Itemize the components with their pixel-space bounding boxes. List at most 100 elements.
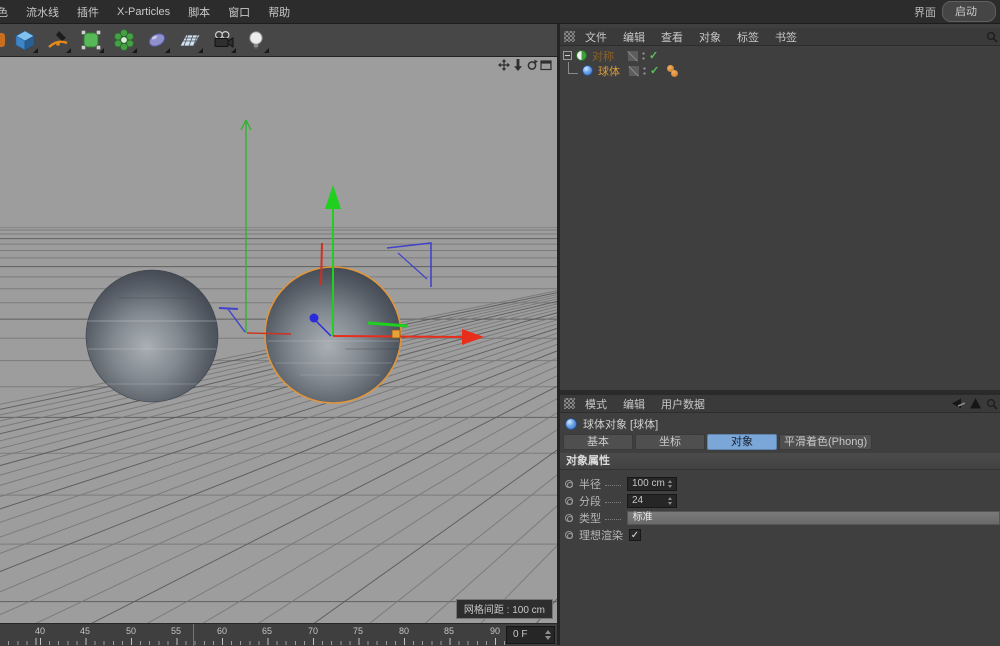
visibility-dots-icon[interactable] bbox=[643, 66, 646, 75]
property-label: 半径 bbox=[579, 476, 601, 492]
menu-character[interactable]: 色 bbox=[0, 4, 17, 20]
ruler-tick-label: 50 bbox=[120, 626, 142, 636]
menu-window[interactable]: 窗口 bbox=[219, 4, 259, 20]
dropdown-corner bbox=[66, 48, 71, 53]
orange-tag-icon[interactable] bbox=[671, 70, 678, 77]
menu-pipeline[interactable]: 流水线 bbox=[17, 4, 68, 20]
spline-pen-button[interactable] bbox=[45, 27, 71, 53]
layer-swatch-icon[interactable] bbox=[628, 51, 638, 61]
light-button[interactable] bbox=[243, 27, 269, 53]
ruler-tick-label: 60 bbox=[211, 626, 233, 636]
symmetry-object-icon[interactable] bbox=[576, 50, 587, 61]
am-menu-mode[interactable]: 模式 bbox=[577, 396, 615, 412]
perspective-viewport[interactable]: 网格间距 : 100 cm bbox=[0, 57, 557, 623]
panel-grid-icon[interactable] bbox=[564, 31, 575, 42]
environment-button[interactable] bbox=[144, 27, 170, 53]
om-menu-view[interactable]: 查看 bbox=[653, 29, 691, 45]
camera-button[interactable] bbox=[210, 27, 236, 53]
enabled-checkmark[interactable]: ✓ bbox=[649, 49, 658, 62]
dotted-leader bbox=[605, 485, 621, 486]
keyframe-circle-icon[interactable] bbox=[565, 514, 573, 522]
om-menu-tags[interactable]: 标签 bbox=[729, 29, 767, 45]
property-label: 分段 bbox=[579, 493, 601, 509]
om-menu-bookmarks[interactable]: 书签 bbox=[767, 29, 805, 45]
dotted-leader bbox=[605, 519, 621, 520]
collapse-toggle-icon[interactable] bbox=[563, 51, 572, 60]
dolly-icon[interactable] bbox=[512, 59, 524, 71]
main-toolbar bbox=[0, 24, 557, 57]
layer-swatch-icon[interactable] bbox=[629, 66, 639, 76]
radius-input[interactable]: 100 cm bbox=[627, 477, 677, 491]
object-properties-header: 对象属性 bbox=[560, 453, 1000, 470]
property-row-radius: 半径 100 cm bbox=[560, 475, 1000, 492]
frame-spinner[interactable] bbox=[544, 629, 552, 641]
search-icon[interactable] bbox=[986, 31, 998, 43]
om-menu-file[interactable]: 文件 bbox=[577, 29, 615, 45]
ruler-tick-label: 45 bbox=[74, 626, 96, 636]
am-menu-edit[interactable]: 编辑 bbox=[615, 396, 653, 412]
menu-xparticles[interactable]: X-Particles bbox=[108, 6, 179, 18]
parent-up-icon[interactable] bbox=[970, 398, 981, 409]
viewport-nav-bar bbox=[498, 59, 552, 71]
radius-spinner[interactable] bbox=[666, 479, 674, 489]
keyframe-circle-icon[interactable] bbox=[565, 497, 573, 505]
orbit-icon[interactable] bbox=[526, 59, 538, 71]
attribute-manager-menubar: 模式 编辑 用户数据 bbox=[560, 395, 1000, 413]
dotted-leader bbox=[605, 502, 621, 503]
keyframe-circle-icon[interactable] bbox=[565, 531, 573, 539]
y-axis-arrowhead[interactable] bbox=[325, 185, 341, 209]
om-menu-objects[interactable]: 对象 bbox=[691, 29, 729, 45]
clipped-tool-icon[interactable] bbox=[0, 33, 5, 47]
rotation-band-fragment bbox=[321, 243, 322, 285]
floor-button[interactable] bbox=[177, 27, 203, 53]
sphere-object-icon[interactable] bbox=[582, 65, 593, 76]
subdivision-surface-button[interactable] bbox=[78, 27, 104, 53]
segments-input[interactable]: 24 bbox=[627, 494, 677, 508]
object-name[interactable]: 球体 bbox=[598, 63, 620, 79]
toggle-view-icon[interactable] bbox=[540, 59, 552, 71]
timeline-ruler[interactable]: 40 45 50 55 60 65 70 75 80 85 90 bbox=[0, 624, 505, 646]
tree-branch-line bbox=[568, 62, 578, 74]
right-panel: 文件 编辑 查看 对象 标签 书签 对称 ✓ 球体 ✓ bbox=[560, 24, 1000, 645]
sphere-mirrored[interactable] bbox=[86, 270, 218, 402]
ruler-tick-label: 90 bbox=[484, 626, 506, 636]
history-back-icon[interactable] bbox=[952, 398, 965, 409]
radius-value: 100 cm bbox=[632, 478, 665, 489]
object-title-text: 球体对象 [球体] bbox=[583, 416, 658, 432]
property-row-render-perfect: 理想渲染 ✓ bbox=[560, 526, 1000, 543]
cube-primitive-button[interactable] bbox=[12, 27, 38, 53]
render-perfect-checkbox[interactable]: ✓ bbox=[629, 529, 641, 541]
am-menu-userdata[interactable]: 用户数据 bbox=[653, 396, 713, 412]
type-dropdown[interactable]: 标准 bbox=[627, 511, 1000, 525]
viewport-canvas bbox=[0, 57, 557, 623]
keyframe-circle-icon[interactable] bbox=[565, 480, 573, 488]
current-frame-field[interactable]: 0 F bbox=[506, 626, 555, 644]
search-icon[interactable] bbox=[986, 398, 998, 410]
property-row-segments: 分段 24 bbox=[560, 492, 1000, 509]
dropdown-corner bbox=[33, 48, 38, 53]
om-menu-edit[interactable]: 编辑 bbox=[615, 29, 653, 45]
tab-basic[interactable]: 基本 bbox=[563, 434, 633, 450]
object-name[interactable]: 对称 bbox=[592, 48, 614, 64]
ground-grid bbox=[0, 227, 557, 623]
object-row-sphere[interactable]: 球体 ✓ bbox=[560, 63, 678, 78]
tab-coordinates[interactable]: 坐标 bbox=[635, 434, 705, 450]
tab-phong[interactable]: 平滑着色(Phong) bbox=[779, 434, 872, 450]
segments-spinner[interactable] bbox=[666, 496, 674, 506]
enabled-checkmark[interactable]: ✓ bbox=[650, 64, 659, 77]
menu-script[interactable]: 脚本 bbox=[179, 4, 219, 20]
frame-marker[interactable] bbox=[193, 624, 194, 646]
deformer-button[interactable] bbox=[111, 27, 137, 53]
tab-object[interactable]: 对象 bbox=[707, 434, 777, 450]
pan-icon[interactable] bbox=[498, 59, 510, 71]
ruler-tick-label: 40 bbox=[29, 626, 51, 636]
menu-plugins[interactable]: 插件 bbox=[68, 4, 108, 20]
visibility-dots-icon[interactable] bbox=[642, 51, 645, 60]
ruler-tick-label: 55 bbox=[165, 626, 187, 636]
timeline-bar: 40 45 50 55 60 65 70 75 80 85 90 0 F bbox=[0, 623, 557, 645]
panel-grid-icon[interactable] bbox=[564, 398, 575, 409]
current-frame-value: 0 F bbox=[513, 629, 527, 640]
interface-layout-dropdown[interactable]: 启动 bbox=[942, 1, 996, 22]
x-axis-handle[interactable] bbox=[392, 330, 400, 338]
menu-help[interactable]: 帮助 bbox=[259, 4, 299, 20]
